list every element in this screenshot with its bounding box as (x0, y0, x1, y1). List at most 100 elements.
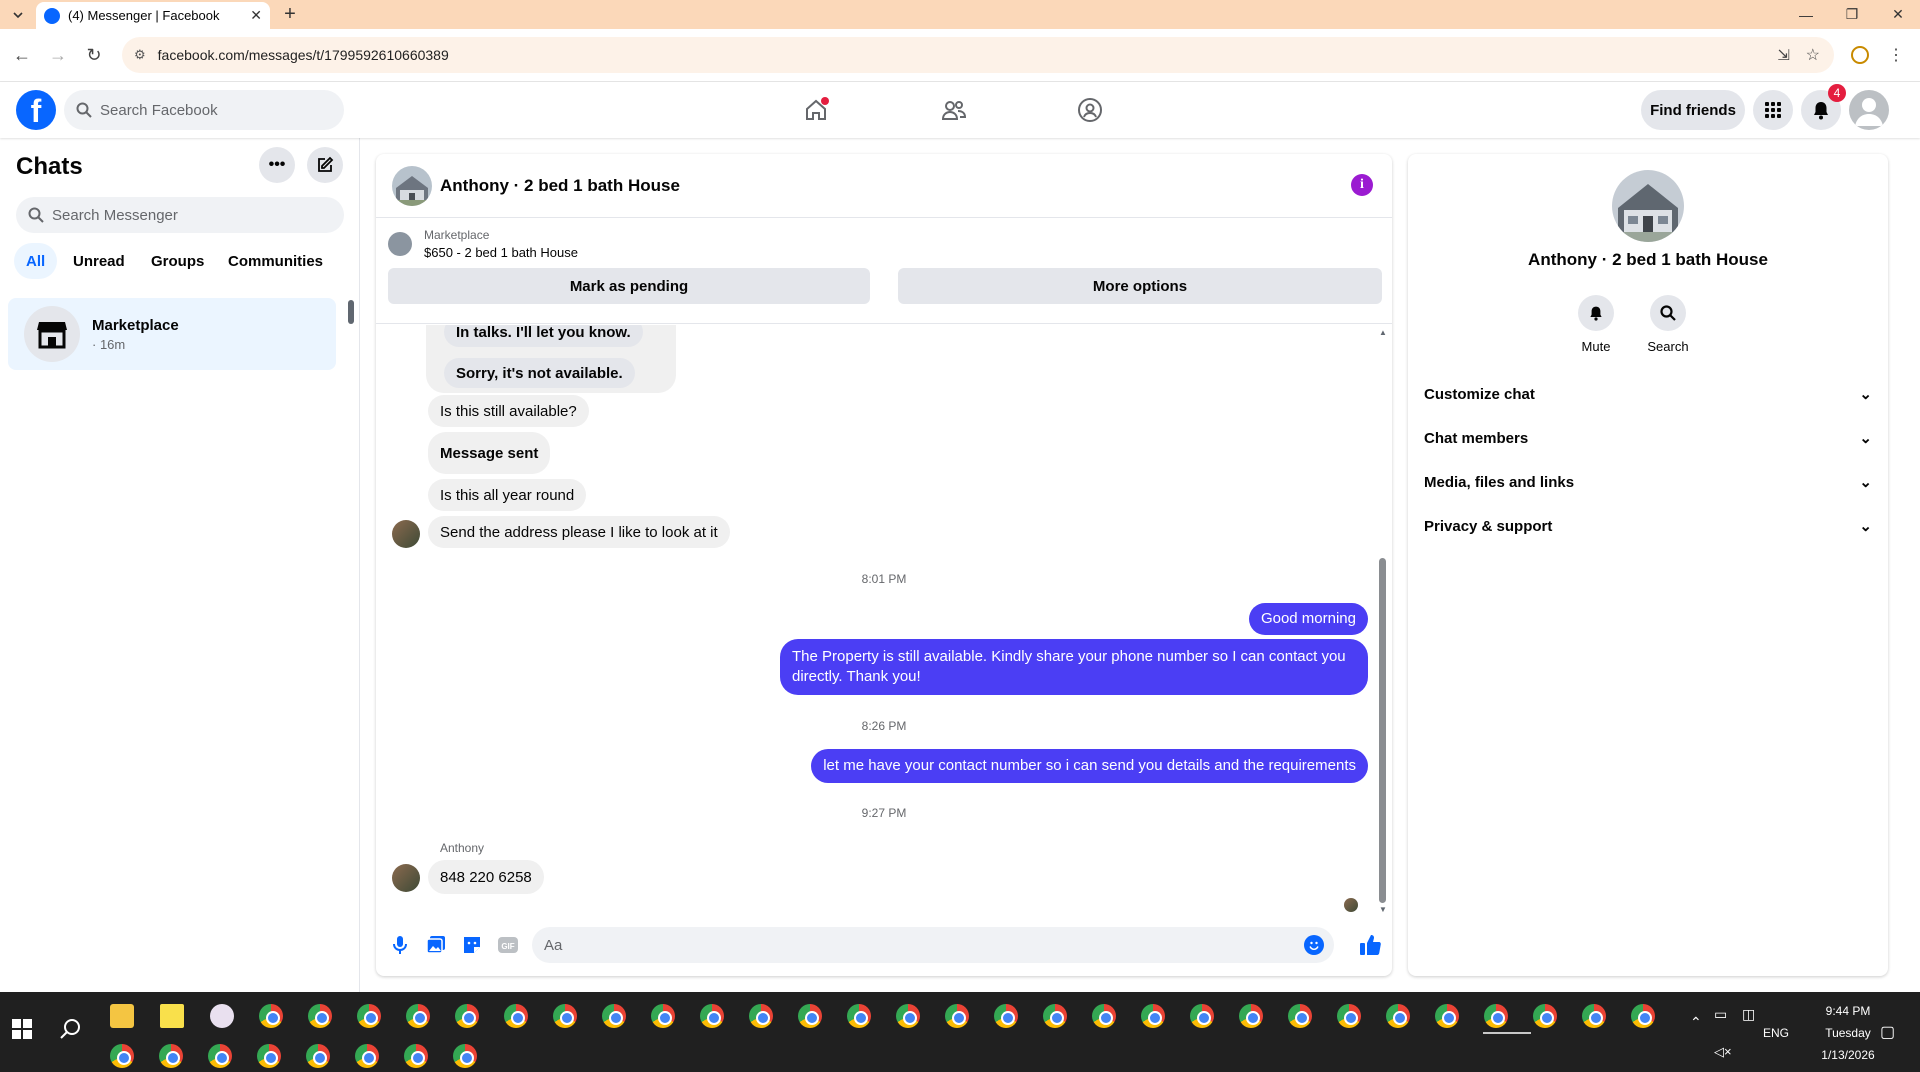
close-window-icon[interactable]: ✕ (1880, 0, 1916, 29)
chrome-icon[interactable] (1484, 1004, 1508, 1028)
chrome-icon[interactable] (1533, 1004, 1557, 1028)
my-message-bubble[interactable]: The Property is still available. Kindly … (780, 639, 1368, 695)
messenger-search-input[interactable]: Search Messenger (16, 197, 344, 233)
chrome-icon[interactable] (1435, 1004, 1459, 1028)
new-tab-button[interactable]: + (272, 0, 308, 29)
my-message-bubble[interactable]: Good morning (1248, 603, 1368, 635)
chrome-icon[interactable] (159, 1044, 183, 1068)
scroll-down-icon[interactable]: ▼ (1379, 905, 1387, 914)
chrome-icon[interactable] (1582, 1004, 1606, 1028)
filter-groups[interactable]: Groups (139, 243, 216, 279)
mute-action[interactable]: Mute (1566, 295, 1626, 354)
new-message-icon[interactable] (307, 147, 343, 183)
minimize-icon[interactable]: — (1788, 0, 1824, 29)
file-explorer-icon[interactable] (110, 1004, 134, 1028)
chrome-icon[interactable] (945, 1004, 969, 1028)
message-bubble[interactable]: Is this all year round (428, 479, 587, 511)
microphone-icon[interactable] (388, 933, 412, 957)
chrome-icon[interactable] (110, 1044, 134, 1068)
facebook-search-input[interactable]: Search Facebook (64, 90, 344, 130)
message-input[interactable]: Aa (532, 927, 1334, 963)
home-icon[interactable] (796, 90, 836, 130)
sticker-icon[interactable] (460, 933, 484, 957)
groups-icon[interactable] (1070, 90, 1110, 130)
find-friends-button[interactable]: Find friends (1641, 90, 1745, 130)
network-icon[interactable]: ▭ (1714, 1006, 1727, 1023)
message-bubble[interactable]: Is this still available? (428, 395, 589, 427)
chat-list-item[interactable]: Marketplace · 16m (8, 298, 336, 370)
chrome-icon[interactable] (847, 1004, 871, 1028)
message-bubble[interactable]: 848 220 6258 (428, 860, 544, 894)
chrome-icon[interactable] (651, 1004, 675, 1028)
volume-muted-icon[interactable]: ◁× (1714, 1044, 1732, 1060)
emoji-icon[interactable] (1304, 935, 1324, 955)
like-thumb-icon[interactable] (1358, 933, 1382, 957)
chrome-icon[interactable] (798, 1004, 822, 1028)
chrome-icon[interactable] (308, 1004, 332, 1028)
close-tab-icon[interactable]: ✕ (250, 7, 262, 24)
install-app-icon[interactable]: ⇲ (1777, 46, 1790, 64)
profile-icon[interactable] (1846, 41, 1874, 69)
chrome-icon[interactable] (455, 1004, 479, 1028)
gif-icon[interactable]: GIF (496, 933, 520, 957)
menu-grid-icon[interactable] (1753, 90, 1793, 130)
tab-search-icon[interactable] (0, 0, 36, 29)
quick-reply-option[interactable]: In talks. I'll let you know. (444, 325, 643, 347)
filter-communities[interactable]: Communities (216, 243, 335, 279)
tray-chevron-icon[interactable]: ⌃ (1690, 1014, 1702, 1031)
chrome-icon[interactable] (453, 1044, 477, 1068)
device-icon[interactable]: ◫ (1742, 1006, 1755, 1023)
search-icon[interactable] (60, 1018, 82, 1040)
listing-title[interactable]: $650 - 2 bed 1 bath House (424, 245, 578, 260)
chat-members-row[interactable]: Chat members ⌄ (1424, 416, 1872, 460)
chrome-icon[interactable] (257, 1044, 281, 1068)
browser-tab[interactable]: (4) Messenger | Facebook ✕ (36, 2, 270, 29)
more-options-icon[interactable]: ••• (259, 147, 295, 183)
mark-as-pending-button[interactable]: Mark as pending (388, 268, 870, 304)
filter-unread[interactable]: Unread (61, 243, 137, 279)
chrome-icon[interactable] (700, 1004, 724, 1028)
chrome-icon[interactable] (994, 1004, 1018, 1028)
chrome-icon[interactable] (1386, 1004, 1410, 1028)
bookmark-star-icon[interactable]: ☆ (1806, 45, 1820, 65)
message-bubble[interactable]: Send the address please I like to look a… (428, 516, 730, 548)
windows-start-icon[interactable] (12, 1019, 32, 1039)
chrome-icon[interactable] (357, 1004, 381, 1028)
chrome-icon[interactable] (1239, 1004, 1263, 1028)
browser-menu-icon[interactable]: ⋮ (1882, 41, 1910, 69)
paint-icon[interactable] (210, 1004, 234, 1028)
quick-reply-option[interactable]: Sorry, it's not available. (444, 358, 635, 388)
back-icon[interactable]: ← (8, 41, 36, 69)
filter-all[interactable]: All (14, 243, 58, 279)
my-message-bubble[interactable]: let me have your contact number so i can… (811, 749, 1368, 783)
more-options-button[interactable]: More options (898, 268, 1382, 304)
chrome-icon[interactable] (406, 1004, 430, 1028)
house-profile-photo[interactable] (1612, 170, 1684, 242)
photo-icon[interactable] (424, 933, 448, 957)
chrome-icon[interactable] (1141, 1004, 1165, 1028)
chrome-icon[interactable] (1043, 1004, 1067, 1028)
chrome-icon[interactable] (1631, 1004, 1655, 1028)
reload-icon[interactable]: ↻ (80, 41, 108, 69)
chrome-icon[interactable] (1288, 1004, 1312, 1028)
chrome-icon[interactable] (355, 1044, 379, 1068)
conversation-title[interactable]: Anthony · 2 bed 1 bath House (440, 176, 680, 196)
chrome-icon[interactable] (1337, 1004, 1361, 1028)
clock-time[interactable]: 9:44 PM (1808, 1004, 1888, 1018)
maximize-icon[interactable]: ❐ (1834, 0, 1870, 29)
site-info-icon[interactable]: ⚙ (134, 47, 146, 63)
sidebar-scrollbar[interactable] (348, 300, 354, 324)
forward-icon[interactable]: → (44, 41, 72, 69)
sticky-notes-icon[interactable] (160, 1004, 184, 1028)
language-indicator[interactable]: ENG (1763, 1026, 1789, 1040)
scroll-up-icon[interactable]: ▲ (1379, 328, 1387, 337)
sender-avatar[interactable] (392, 864, 420, 892)
message-bubble[interactable]: Message sent (428, 432, 551, 474)
chrome-icon[interactable] (306, 1044, 330, 1068)
thread-scrollbar[interactable] (1379, 558, 1386, 903)
chrome-icon[interactable] (1190, 1004, 1214, 1028)
chrome-icon[interactable] (602, 1004, 626, 1028)
clock-day[interactable]: Tuesday (1808, 1026, 1888, 1040)
chrome-icon[interactable] (404, 1044, 428, 1068)
chrome-icon[interactable] (749, 1004, 773, 1028)
